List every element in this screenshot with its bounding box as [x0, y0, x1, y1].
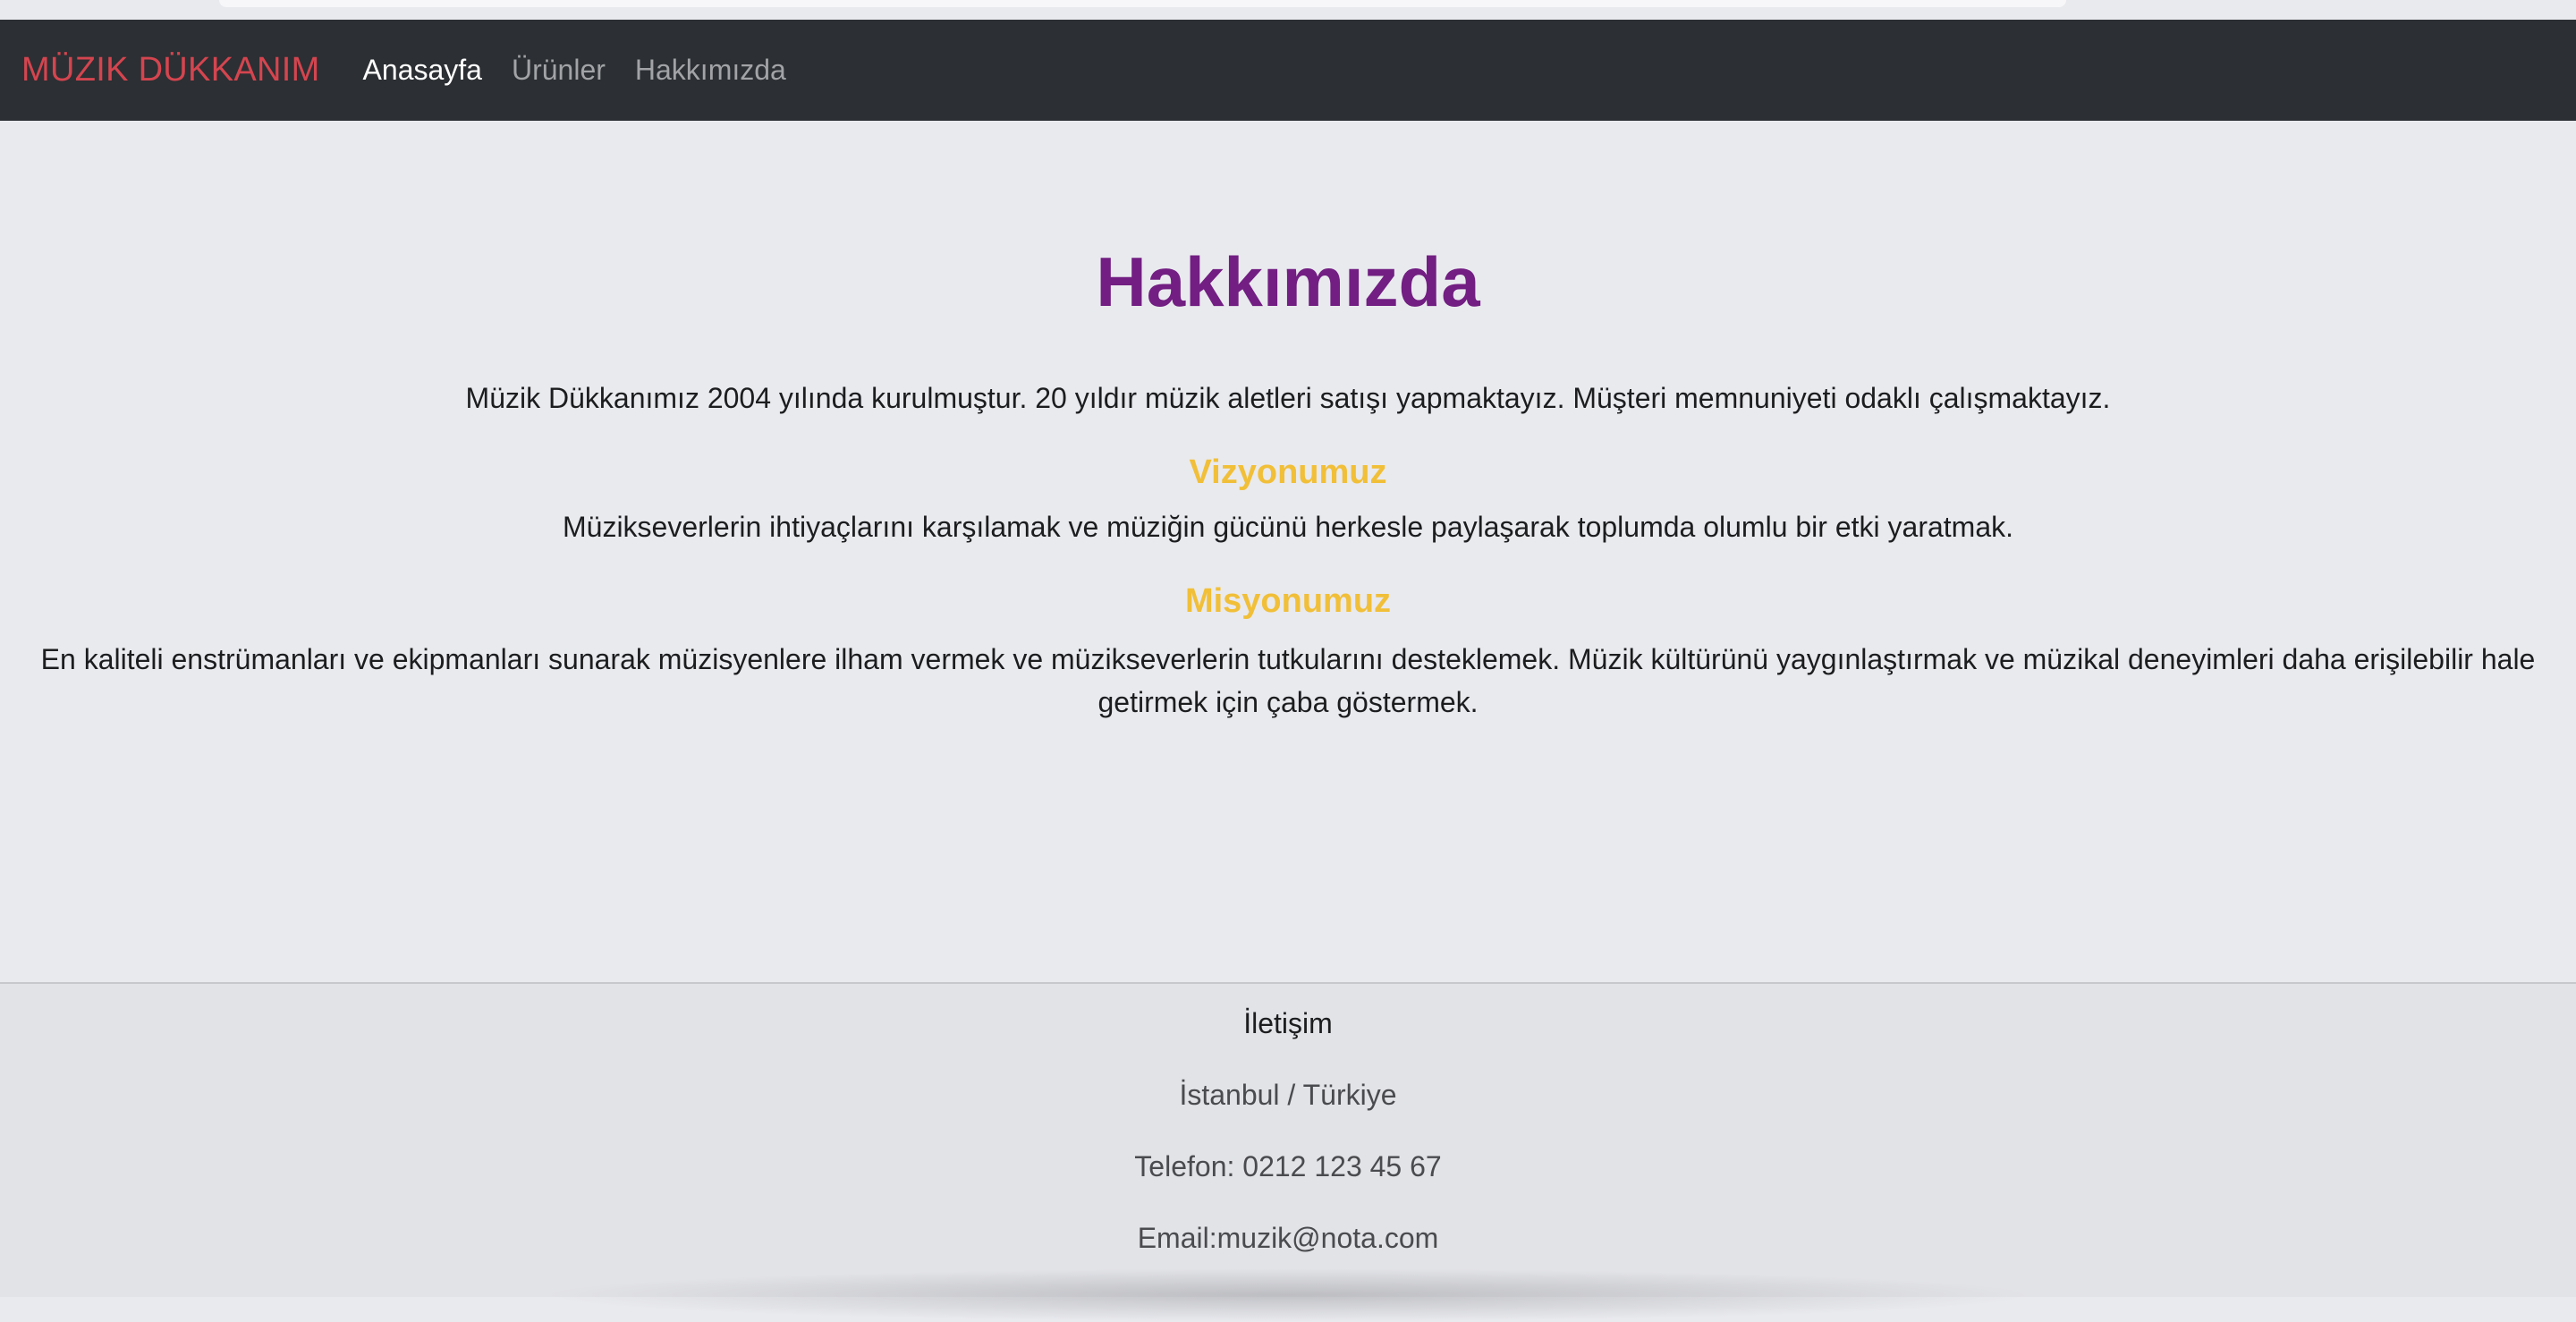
vision-heading: Vizyonumuz	[1189, 453, 1387, 491]
window-shadow	[537, 1268, 2039, 1322]
mission-heading: Misyonumuz	[1184, 582, 1392, 620]
footer: İletişim İstanbul / Türkiye Telefon: 021…	[0, 982, 2576, 1322]
intro-text: Müzik Dükkanımız 2004 yılında kurulmuştu…	[465, 382, 2111, 414]
nav-link-anasayfa[interactable]: Anasayfa	[363, 54, 482, 87]
mission-text: En kaliteli enstrümanları ve ekipmanları…	[40, 643, 2536, 718]
brand-logo-link[interactable]: MÜZIK DÜKKANIM	[21, 51, 320, 89]
navbar: MÜZIK DÜKKANIM Anasayfa Ürünler Hakkımız…	[0, 20, 2576, 121]
footer-phone: Telefon: 0212 123 45 67	[1134, 1150, 1442, 1182]
browser-top-strip	[0, 0, 2576, 20]
vision-text: Müzikseverlerin ihtiyaçlarını karşılamak…	[562, 511, 2013, 543]
about-section: Hakkımızda Müzik Dükkanımız 2004 yılında…	[0, 121, 2576, 982]
browser-address-edge	[219, 0, 2066, 7]
page-title: Hakkımızda	[1096, 242, 1480, 321]
nav-link-urunler[interactable]: Ürünler	[512, 54, 606, 87]
footer-contact-title: İletişim	[1243, 1007, 1333, 1039]
nav-link-hakkimizda[interactable]: Hakkımızda	[635, 54, 786, 87]
footer-email: Email:muzik@nota.com	[1137, 1222, 1439, 1254]
footer-address: İstanbul / Türkiye	[1179, 1079, 1397, 1111]
